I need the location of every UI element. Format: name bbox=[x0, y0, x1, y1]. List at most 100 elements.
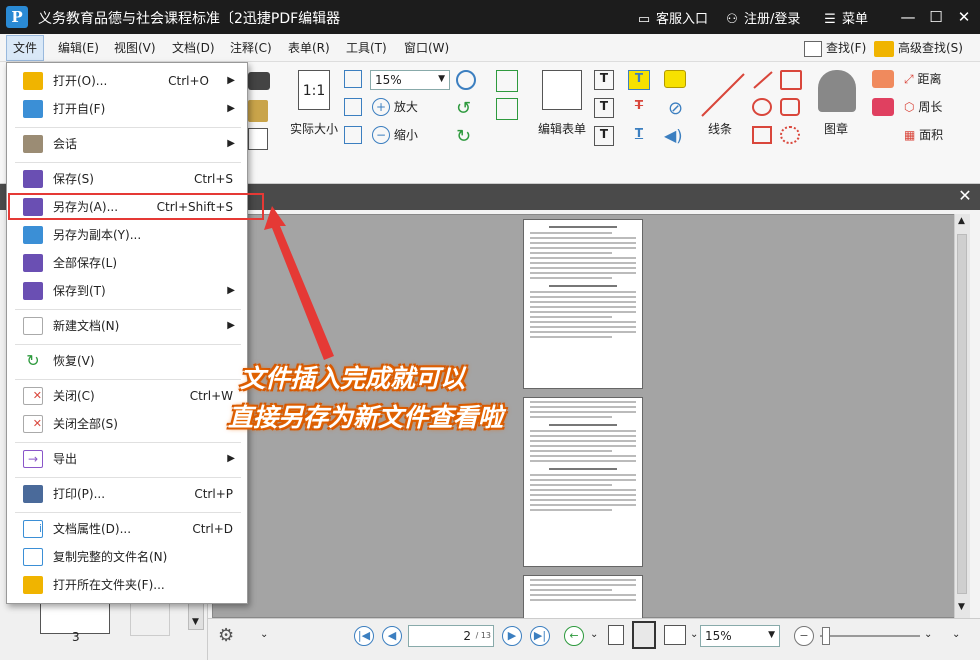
stamp-icon[interactable] bbox=[818, 70, 856, 112]
chevron-down-icon[interactable]: ⌄ bbox=[260, 629, 268, 640]
edit-form-icon[interactable] bbox=[542, 70, 582, 110]
menu-item-print[interactable]: 打印(P)... Ctrl+P bbox=[7, 480, 247, 508]
menu-item-open[interactable]: 打开(O)... Ctrl+O ▶ bbox=[7, 67, 247, 95]
menu-item-open-from[interactable]: 打开自(F) ▶ bbox=[7, 95, 247, 123]
continuous-page-icon[interactable] bbox=[632, 621, 656, 649]
login-button[interactable]: ⚇ 注册/登录 bbox=[724, 8, 800, 27]
close-document-button[interactable]: ✕ bbox=[956, 187, 974, 205]
strikeout-icon[interactable]: T bbox=[628, 98, 650, 118]
scrollbar-thumb[interactable] bbox=[957, 234, 967, 594]
menu-item-revert[interactable]: ↻ 恢复(V) bbox=[7, 347, 247, 375]
stamp-label[interactable]: 图章 bbox=[824, 120, 848, 137]
zoom-out-status-button[interactable]: − bbox=[794, 626, 814, 646]
ellipse-icon[interactable] bbox=[752, 98, 772, 116]
settings-gear-icon[interactable]: ⚙ bbox=[218, 625, 240, 647]
callout-icon[interactable]: T bbox=[594, 126, 614, 146]
document-icon[interactable] bbox=[248, 128, 268, 150]
zoom-select[interactable]: 15% ▼ bbox=[370, 70, 450, 90]
maximize-button[interactable]: ☐ bbox=[924, 6, 948, 28]
edit-form-label[interactable]: 编辑表单 bbox=[538, 120, 586, 137]
distance-button[interactable]: ⤢ 距离 bbox=[904, 70, 941, 87]
zoom-magnifier-icon[interactable] bbox=[456, 70, 476, 90]
close-window-button[interactable]: ✕ bbox=[952, 6, 976, 28]
advanced-find-button[interactable]: 高级查找(S) bbox=[868, 34, 969, 62]
chevron-down-icon[interactable]: ⌄ bbox=[952, 629, 960, 640]
fit-page-icon[interactable] bbox=[344, 70, 362, 88]
minimize-button[interactable]: — bbox=[896, 6, 920, 28]
zoom-slider-handle[interactable] bbox=[822, 627, 830, 645]
attachment-icon[interactable]: ⊘ bbox=[668, 98, 683, 119]
perimeter-button[interactable]: ⬡ 周长 bbox=[904, 98, 942, 115]
previous-page-button[interactable]: ◀ bbox=[382, 626, 402, 646]
two-page-icon[interactable] bbox=[664, 625, 686, 645]
fit-visible-icon[interactable] bbox=[344, 126, 362, 144]
menu-item-save-all[interactable]: 全部保存(L) bbox=[7, 249, 247, 277]
find-button[interactable]: 查找(F) bbox=[798, 34, 872, 62]
menu-view[interactable]: 视图(V) bbox=[108, 34, 162, 62]
cloud-icon[interactable] bbox=[780, 126, 800, 144]
text-box-icon[interactable]: T bbox=[594, 98, 614, 118]
sound-icon[interactable]: ◀) bbox=[664, 126, 683, 145]
chevron-down-icon[interactable]: ⌄ bbox=[690, 629, 698, 640]
menu-item-close[interactable]: ✕ 关闭(C) Ctrl+W bbox=[7, 382, 247, 410]
camera-icon[interactable] bbox=[248, 72, 270, 90]
select-tool-icon[interactable] bbox=[496, 70, 518, 92]
paste-icon[interactable] bbox=[248, 100, 268, 122]
fit-width-icon[interactable] bbox=[344, 98, 362, 116]
menu-item-session[interactable]: 会话 ▶ bbox=[7, 130, 247, 158]
back-button[interactable]: ← bbox=[564, 626, 584, 646]
line-tool-label[interactable]: 线条 bbox=[708, 120, 732, 137]
zoom-out-button[interactable]: − 缩小 bbox=[372, 126, 418, 144]
polygon-icon[interactable] bbox=[780, 98, 800, 116]
zoom-slider-track[interactable] bbox=[820, 635, 920, 637]
text-select-icon[interactable] bbox=[496, 98, 518, 120]
eraser-icon[interactable] bbox=[872, 98, 894, 116]
first-page-button[interactable]: |◀ bbox=[354, 626, 374, 646]
chevron-down-icon[interactable]: ⌄ bbox=[924, 629, 932, 640]
main-menu-button[interactable]: ☰ 菜单 bbox=[822, 8, 868, 27]
menu-document[interactable]: 文档(D) bbox=[166, 34, 221, 62]
pdf-page[interactable] bbox=[523, 397, 643, 567]
actual-size-label[interactable]: 实际大小 bbox=[290, 120, 338, 137]
menu-form[interactable]: 表单(R) bbox=[282, 34, 336, 62]
actual-size-icon[interactable]: 1:1 bbox=[298, 70, 330, 110]
arrow-icon[interactable] bbox=[752, 70, 774, 90]
rotate-left-icon[interactable]: ↺ bbox=[456, 98, 471, 119]
area-button[interactable]: ▦ 面积 bbox=[904, 126, 943, 143]
vertical-scrollbar[interactable]: ▲ ▼ bbox=[954, 214, 970, 618]
highlight-text-icon[interactable]: T bbox=[628, 70, 650, 90]
menu-item-new-document[interactable]: 新建文档(N) ▶ bbox=[7, 312, 247, 340]
polyline-icon[interactable] bbox=[780, 70, 802, 90]
pdf-page[interactable] bbox=[523, 219, 643, 389]
rotate-right-icon[interactable]: ↻ bbox=[456, 126, 471, 147]
rectangle-icon[interactable] bbox=[752, 126, 772, 144]
next-page-button[interactable]: ▶ bbox=[502, 626, 522, 646]
pdf-page[interactable] bbox=[523, 575, 643, 619]
service-button[interactable]: ▭ 客服入口 bbox=[636, 8, 708, 27]
chevron-down-icon[interactable]: ⌄ bbox=[590, 629, 598, 640]
zoom-in-button[interactable]: + 放大 bbox=[372, 98, 418, 116]
menu-tools[interactable]: 工具(T) bbox=[340, 34, 393, 62]
underline-icon[interactable]: T bbox=[628, 126, 650, 146]
menu-item-export[interactable]: → 导出 ▶ bbox=[7, 445, 247, 473]
menu-item-save-to[interactable]: 保存到(T) ▶ bbox=[7, 277, 247, 305]
annotation-caption-line1: 文件插入完成就可以 bbox=[240, 364, 466, 393]
menu-item-save[interactable]: 保存(S) Ctrl+S bbox=[7, 165, 247, 193]
menu-item-document-properties[interactable]: i 文档属性(D)... Ctrl+D bbox=[7, 515, 247, 543]
menu-item-save-copy[interactable]: 另存为副本(Y)... bbox=[7, 221, 247, 249]
menu-file[interactable]: 文件 bbox=[6, 35, 45, 61]
note-icon[interactable] bbox=[664, 70, 686, 88]
menu-window[interactable]: 窗口(W) bbox=[398, 34, 455, 62]
menu-edit[interactable]: 编辑(E) bbox=[52, 34, 105, 62]
menu-item-copy-filename[interactable]: 复制完整的文件名(N) bbox=[7, 543, 247, 571]
last-page-button[interactable]: ▶| bbox=[530, 626, 550, 646]
pencil-icon[interactable] bbox=[872, 70, 894, 88]
line-icon[interactable] bbox=[700, 72, 746, 118]
text-field-icon[interactable]: T bbox=[594, 70, 614, 90]
page-number-input[interactable]: 2 / 13 bbox=[408, 625, 494, 647]
menu-comment[interactable]: 注释(C) bbox=[224, 34, 278, 62]
menu-item-open-folder[interactable]: 打开所在文件夹(F)... bbox=[7, 571, 247, 599]
menu-item-close-all[interactable]: ✕ 关闭全部(S) bbox=[7, 410, 247, 438]
single-page-icon[interactable] bbox=[608, 625, 624, 645]
status-zoom-select[interactable]: 15% ▼ bbox=[700, 625, 780, 647]
